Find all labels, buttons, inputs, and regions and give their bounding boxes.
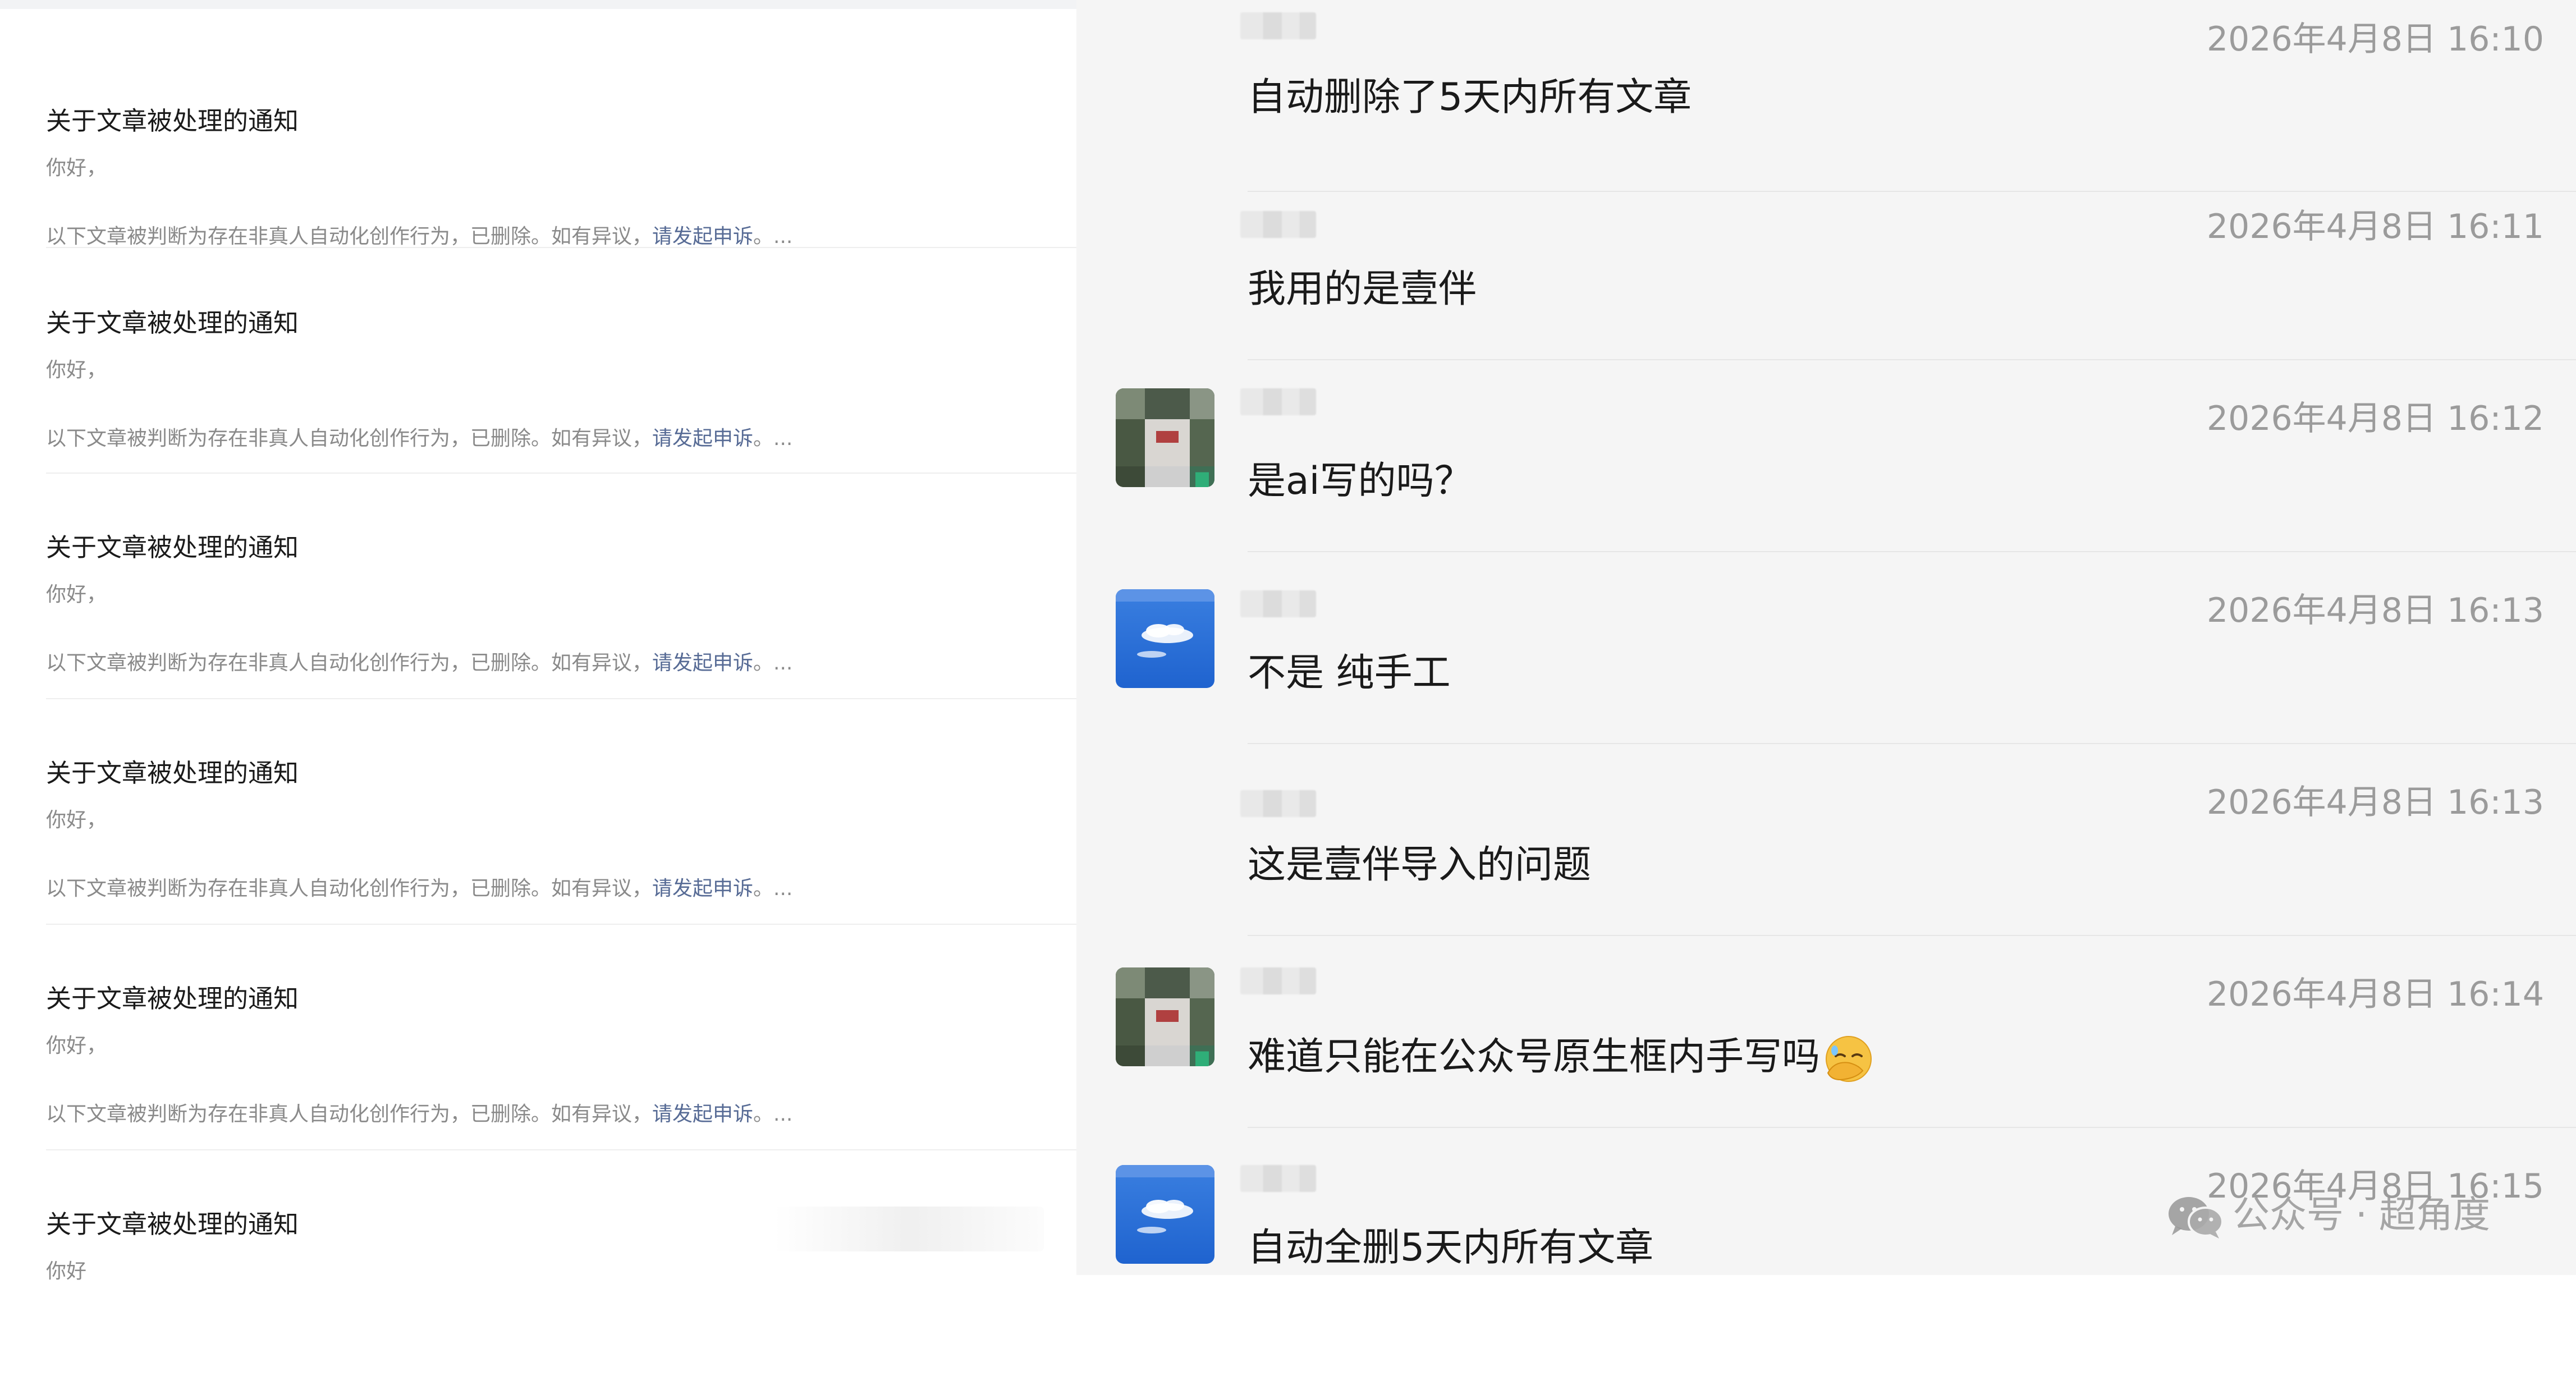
notice-ellipsis: 。...: [753, 225, 793, 248]
notice-title: 关于文章被处理的通知: [46, 308, 299, 338]
cloud-avatar-icon: [1116, 589, 1214, 658]
appeal-link[interactable]: 请发起申诉: [652, 225, 753, 248]
facepalm-emoji-icon: [1826, 1036, 1872, 1083]
message-text-content: 难道只能在公众号原生框内手写吗: [1248, 1035, 1821, 1079]
notice-item[interactable]: 关于文章被处理的通知 你好， 以下文章被判断为存在非真人自动化创作行为，已删除。…: [46, 699, 1076, 925]
notice-preview: 以下文章被判断为存在非真人自动化创作行为，已删除。如有异议，请发起申诉。...: [46, 223, 792, 250]
notice-preview: 以下文章被判断为存在非真人自动化创作行为，已删除。如有异议，请发起申诉。...: [46, 425, 792, 452]
message-text: 自动删除了5天内所有文章: [1248, 75, 1692, 120]
notice-title: 关于文章被处理的通知: [46, 984, 299, 1013]
watermark: 公众号 · 超角度: [2166, 1187, 2490, 1243]
avatar[interactable]: [1116, 589, 1214, 688]
avatar[interactable]: [1116, 1165, 1214, 1264]
notice-preview-text: 以下文章被判断为存在非真人自动化创作行为，已删除。如有异议，: [46, 1103, 653, 1126]
message-time: 2026年4月8日 16:14: [2206, 975, 2544, 1014]
notice-title: 关于文章被处理的通知: [46, 106, 299, 136]
notice-ellipsis: 。...: [753, 877, 793, 900]
watermark-text: 公众号 · 超角度: [2233, 1193, 2490, 1236]
notice-item[interactable]: 关于文章被处理的通知 你好， 以下文章被判断为存在非真人自动化创作行为，已删除。…: [46, 474, 1076, 699]
notice-greeting: 你好，: [46, 157, 107, 180]
notice-preview: 以下文章被判断为存在非真人自动化创作行为，已删除。如有异议，请发起申诉。...: [46, 1101, 792, 1128]
message-time: 2026年4月8日 16:10: [2206, 20, 2544, 59]
sender-name-blurred: [1240, 790, 1316, 817]
wechat-icon: [2169, 1196, 2224, 1239]
avatar[interactable]: [1116, 967, 1214, 1066]
message-text: 自动全删5天内所有文章: [1248, 1226, 1654, 1270]
notice-ellipsis: 。...: [753, 427, 793, 450]
notice-greeting: 你好，: [46, 583, 107, 606]
notice-list-panel: 关于文章被处理的通知 你好， 以下文章被判断为存在非真人自动化创作行为，已删除。…: [0, 0, 1076, 1283]
appeal-link[interactable]: 请发起申诉: [652, 1103, 753, 1126]
notice-item[interactable]: 关于文章被处理的通知 你好， 以下文章被判断为存在非真人自动化创作行为，已删除。…: [46, 22, 1076, 248]
sender-name-blurred: [1240, 590, 1316, 617]
cloud-avatar-icon: [1116, 1165, 1214, 1233]
appeal-link[interactable]: 请发起申诉: [652, 652, 753, 675]
message-text: 是ai写的吗？: [1248, 459, 1473, 503]
notice-preview-text: 以下文章被判断为存在非真人自动化创作行为，已删除。如有异议，: [46, 877, 653, 900]
chat-message[interactable]: 2026年4月8日 16:11 我用的是壹伴: [1076, 168, 2576, 360]
message-time: 2026年4月8日 16:11: [2206, 207, 2544, 246]
message-time: 2026年4月8日 16:13: [2206, 591, 2544, 630]
blurred-overlay: [774, 1207, 1044, 1251]
notice-item[interactable]: 关于文章被处理的通知 你好， 以下文章被判断为存在非真人自动化创作行为，已删除。…: [46, 925, 1076, 1150]
notice-ellipsis: 。...: [753, 652, 793, 675]
top-bar: [0, 0, 1076, 9]
appeal-link[interactable]: 请发起申诉: [652, 427, 753, 450]
chat-message[interactable]: 2026年4月8日 16:12 是ai写的吗？: [1076, 360, 2576, 552]
notice-ellipsis: 。...: [753, 1103, 793, 1126]
sender-name-blurred: [1240, 967, 1316, 994]
message-text: 这是壹伴导入的问题: [1248, 843, 1592, 887]
notice-item[interactable]: 关于文章被处理的通知 你好， 以下文章被判断为存在非真人自动化创作行为，已删除。…: [46, 248, 1076, 474]
person-avatar-icon: [1116, 967, 1214, 1066]
notice-preview-text: 以下文章被判断为存在非真人自动化创作行为，已删除。如有异议，: [46, 225, 653, 248]
message-time: 2026年4月8日 16:12: [2206, 399, 2544, 438]
notice-greeting: 你好，: [46, 1034, 107, 1057]
message-text: 难道只能在公众号原生框内手写吗: [1248, 1031, 1874, 1084]
notice-title: 关于文章被处理的通知: [46, 1209, 299, 1239]
sender-name-blurred: [1240, 1165, 1316, 1192]
notice-preview-text: 以下文章被判断为存在非真人自动化创作行为，已删除。如有异议，: [46, 427, 653, 450]
chat-panel: 2026年4月8日 16:10 自动删除了5天内所有文章 2026年4月8日 1…: [1076, 0, 2576, 1275]
sender-name-blurred: [1240, 211, 1316, 238]
message-text: 不是 纯手工: [1248, 651, 1451, 695]
chat-message[interactable]: 2026年4月8日 16:13 这是壹伴导入的问题: [1076, 744, 2576, 936]
chat-message[interactable]: 2026年4月8日 16:10 自动删除了5天内所有文章: [1076, 0, 2576, 192]
notice-greeting: 你好，: [46, 809, 107, 832]
message-time: 2026年4月8日 16:13: [2206, 783, 2544, 822]
message-text: 我用的是壹伴: [1248, 267, 1477, 311]
chat-message[interactable]: 2026年4月8日 16:13 不是 纯手工: [1076, 552, 2576, 744]
notice-greeting: 你好，: [46, 359, 107, 382]
appeal-link[interactable]: 请发起申诉: [652, 877, 753, 900]
notice-greeting: 你好: [46, 1260, 87, 1283]
avatar[interactable]: [1116, 388, 1214, 487]
notice-preview: 以下文章被判断为存在非真人自动化创作行为，已删除。如有异议，请发起申诉。...: [46, 875, 792, 902]
chat-message[interactable]: 2026年4月8日 16:14 难道只能在公众号原生框内手写吗: [1076, 936, 2576, 1128]
person-avatar-icon: [1116, 388, 1214, 487]
sender-name-blurred: [1240, 12, 1316, 39]
notice-preview-text: 以下文章被判断为存在非真人自动化创作行为，已删除。如有异议，: [46, 652, 653, 675]
notice-title: 关于文章被处理的通知: [46, 533, 299, 562]
sender-name-blurred: [1240, 388, 1316, 415]
notice-item[interactable]: 关于文章被处理的通知 你好: [46, 1150, 1076, 1376]
notice-title: 关于文章被处理的通知: [46, 758, 299, 788]
notice-preview: 以下文章被判断为存在非真人自动化创作行为，已删除。如有异议，请发起申诉。...: [46, 650, 792, 677]
